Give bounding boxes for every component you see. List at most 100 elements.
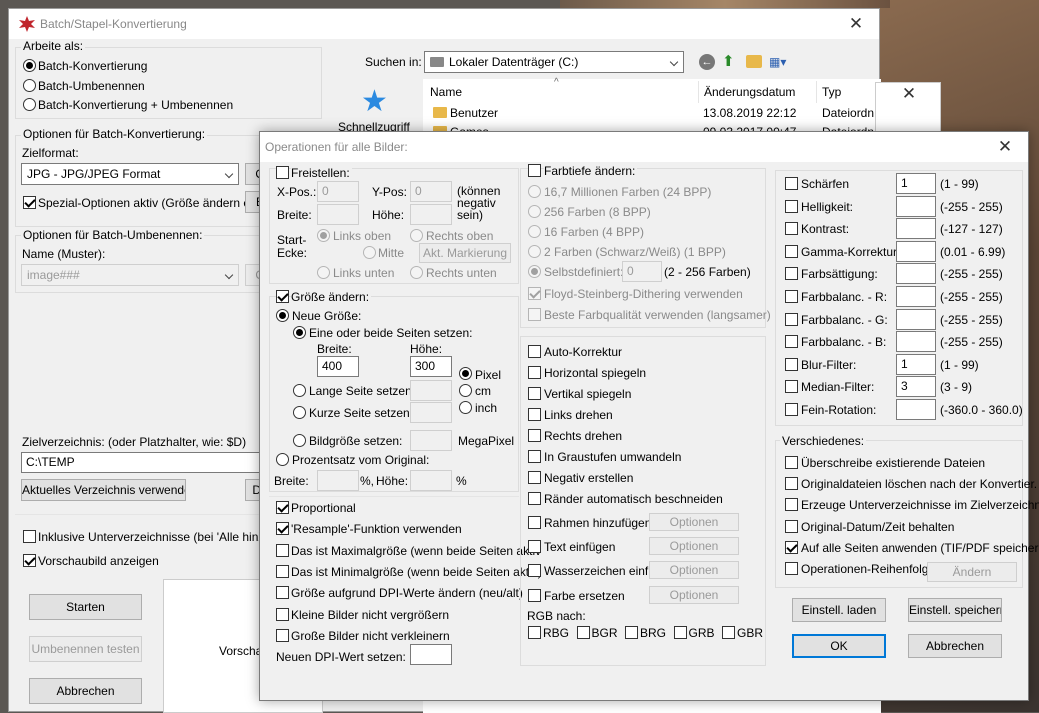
custom-depth-input[interactable]: 0: [622, 261, 662, 282]
operation-checkbox[interactable]: [528, 588, 541, 602]
resize-option-checkbox[interactable]: [276, 543, 289, 557]
long-side-input[interactable]: [410, 380, 452, 401]
resize-option-checkbox[interactable]: [276, 522, 289, 536]
new-folder-icon[interactable]: [746, 55, 762, 68]
target-format-select[interactable]: JPG - JPG/JPEG Format: [21, 163, 239, 185]
show-preview-checkbox[interactable]: [23, 554, 36, 567]
operation-checkbox[interactable]: [528, 450, 541, 463]
operation-options-button[interactable]: Optionen: [649, 537, 739, 556]
radio-custom-depth[interactable]: [528, 265, 541, 278]
pct-height-input[interactable]: [410, 470, 452, 491]
adjust-checkbox[interactable]: [785, 403, 798, 416]
pct-width-input[interactable]: [317, 470, 359, 491]
radio-unit-pixel[interactable]: [459, 367, 472, 380]
radio-unit-cm[interactable]: [459, 384, 472, 397]
operation-checkbox[interactable]: [528, 387, 541, 400]
adjust-input[interactable]: 1: [896, 353, 936, 375]
back-icon[interactable]: ←: [699, 54, 715, 70]
adjust-checkbox[interactable]: [785, 312, 798, 326]
adjust-input[interactable]: [896, 263, 936, 285]
adjust-checkbox[interactable]: [785, 335, 798, 349]
radio-color-depth[interactable]: [528, 205, 541, 218]
target-dir-input[interactable]: C:\TEMP: [21, 452, 271, 473]
dither-checkbox[interactable]: [528, 287, 541, 300]
start-button[interactable]: Starten: [29, 594, 142, 620]
resize-checkbox[interactable]: [276, 290, 289, 303]
operation-checkbox[interactable]: [528, 516, 541, 529]
operation-checkbox[interactable]: [528, 564, 541, 578]
adjust-input[interactable]: [896, 399, 936, 420]
column-name[interactable]: Name: [430, 85, 462, 99]
file-row-name[interactable]: Benutzer: [450, 106, 498, 120]
column-date[interactable]: Änderungsdatum: [704, 85, 795, 99]
image-size-input[interactable]: [410, 430, 452, 451]
misc-checkbox[interactable]: [785, 562, 798, 575]
adjust-checkbox[interactable]: [785, 177, 798, 190]
change-order-button[interactable]: Ändern: [927, 562, 1017, 582]
operation-options-button[interactable]: Optionen: [649, 585, 739, 604]
radio-long-side[interactable]: [293, 384, 306, 397]
radio-top-right[interactable]: [410, 229, 423, 242]
up-folder-icon[interactable]: ⬆: [722, 53, 740, 71]
resize-option-checkbox[interactable]: [276, 564, 289, 578]
mark-button[interactable]: Akt. Markierung: [419, 243, 511, 263]
load-settings-button[interactable]: Einstell. laden: [792, 598, 886, 622]
radio-batch-convert[interactable]: [23, 59, 36, 72]
rgb-checkbox[interactable]: [722, 626, 735, 639]
ok-button[interactable]: OK: [792, 634, 886, 658]
width-input[interactable]: 400: [317, 356, 359, 377]
adjust-input[interactable]: [896, 331, 936, 353]
radio-color-depth[interactable]: [528, 185, 541, 198]
misc-checkbox[interactable]: [785, 498, 798, 512]
operation-checkbox[interactable]: [528, 471, 541, 484]
radio-short-side[interactable]: [293, 406, 306, 419]
test-rename-button[interactable]: Umbenennen testen: [29, 636, 142, 662]
best-quality-checkbox[interactable]: [528, 308, 541, 321]
resize-option-checkbox[interactable]: [276, 628, 289, 642]
xpos-input[interactable]: 0: [317, 181, 359, 202]
operation-checkbox[interactable]: [528, 492, 541, 505]
adjust-input[interactable]: [896, 308, 936, 330]
operation-checkbox[interactable]: [528, 540, 541, 554]
radio-new-size[interactable]: [276, 309, 289, 322]
close-icon[interactable]: ✕: [886, 79, 932, 109]
rgb-checkbox[interactable]: [625, 626, 638, 639]
rgb-checkbox[interactable]: [673, 626, 687, 639]
radio-bottom-right[interactable]: [410, 266, 423, 279]
adjust-checkbox[interactable]: [785, 267, 798, 281]
adjust-checkbox[interactable]: [785, 222, 798, 236]
operation-options-button[interactable]: Optionen: [649, 513, 739, 531]
radio-percent[interactable]: [276, 453, 289, 466]
save-settings-button[interactable]: Einstell. speichern: [908, 598, 1002, 622]
adjust-checkbox[interactable]: [785, 380, 798, 394]
radio-top-left[interactable]: [317, 229, 330, 242]
crop-checkbox[interactable]: [276, 166, 289, 179]
rgb-checkbox[interactable]: [576, 626, 590, 639]
radio-color-depth[interactable]: [528, 245, 541, 258]
name-pattern-select[interactable]: image###: [21, 264, 239, 286]
radio-image-size[interactable]: [293, 434, 306, 447]
misc-checkbox[interactable]: [785, 519, 798, 533]
include-subdirs-checkbox[interactable]: [23, 530, 36, 543]
adjust-checkbox[interactable]: [785, 244, 798, 258]
dpi-input[interactable]: [410, 644, 452, 665]
operation-options-button[interactable]: Optionen: [649, 561, 739, 580]
misc-checkbox[interactable]: [785, 477, 798, 491]
resize-option-checkbox[interactable]: [276, 501, 289, 514]
adjust-input[interactable]: 1: [896, 173, 936, 194]
radio-bottom-left[interactable]: [317, 266, 330, 279]
radio-batch-rename[interactable]: [23, 79, 36, 92]
adjust-checkbox[interactable]: [785, 357, 798, 371]
adjust-input[interactable]: [896, 240, 936, 262]
use-current-dir-button[interactable]: Aktuelles Verzeichnis verwenden: [21, 479, 186, 501]
radio-batch-both[interactable]: [23, 98, 36, 111]
height-input[interactable]: 300: [410, 356, 452, 377]
misc-checkbox[interactable]: [785, 456, 798, 469]
ypos-input[interactable]: 0: [410, 181, 452, 202]
adjust-input[interactable]: [896, 195, 936, 217]
operation-checkbox[interactable]: [528, 429, 541, 442]
quick-access-icon[interactable]: ★: [361, 87, 391, 117]
close-icon[interactable]: ✕: [982, 132, 1028, 162]
adjust-checkbox[interactable]: [785, 290, 798, 303]
dialog-cancel-button[interactable]: Abbrechen: [908, 634, 1002, 658]
